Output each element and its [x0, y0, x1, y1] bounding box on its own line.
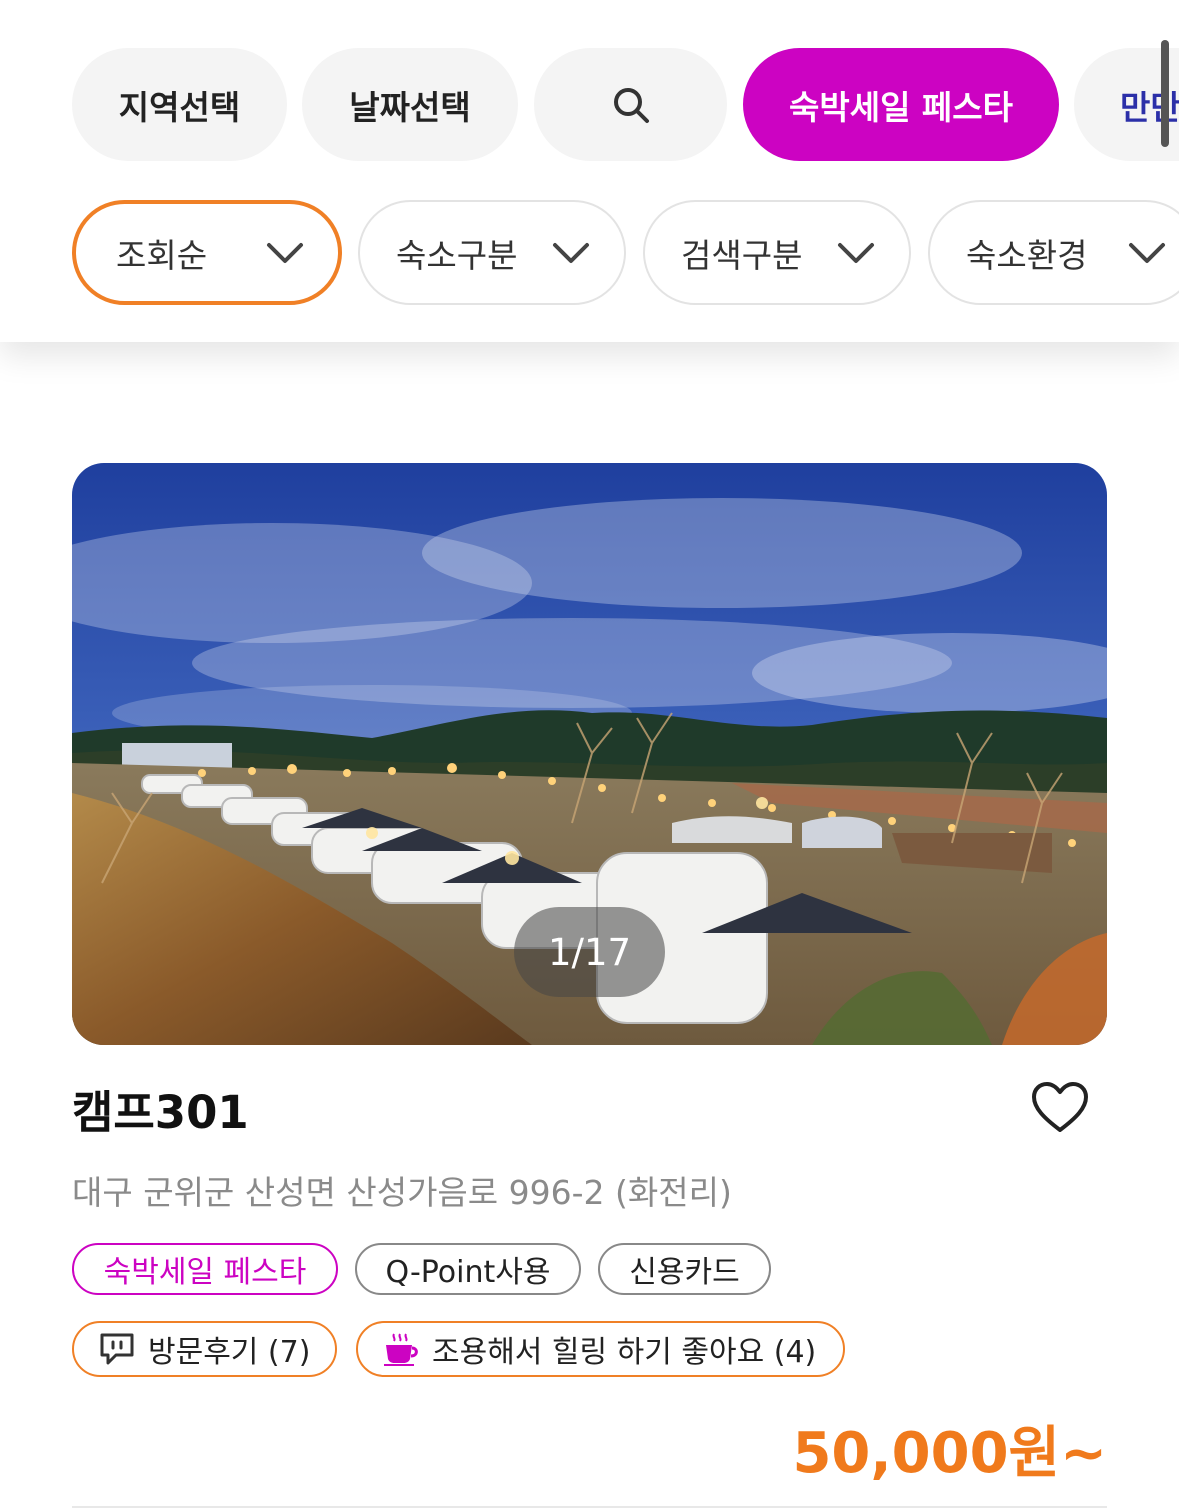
photo-counter: 1/17	[514, 907, 665, 997]
reviews-button[interactable]: 방문후기 (7)	[72, 1321, 337, 1377]
chevron-down-icon	[838, 242, 874, 263]
search-type-label: 검색구분	[681, 235, 803, 275]
list-divider	[72, 1506, 1107, 1508]
chevron-down-icon	[267, 242, 303, 263]
speech-bubble-icon	[100, 1333, 134, 1365]
keyword-review-button[interactable]: 조용해서 힐링 하기 좋아요 (4)	[356, 1321, 845, 1377]
search-button[interactable]	[534, 48, 727, 161]
qpoint-tag: Q-Point사용	[355, 1243, 581, 1295]
lodging-type-label: 숙소구분	[396, 235, 518, 275]
listing-address: 대구 군위군 산성면 산성가음로 996-2 (화전리)	[72, 1173, 732, 1212]
chevron-down-icon	[553, 242, 589, 263]
scroll-indicator[interactable]	[1161, 40, 1169, 147]
search-icon	[613, 87, 649, 123]
filter-header: 지역선택 날짜선택 숙박세일 페스타 만만 조회순 숙소구분 검색구분 숙소환경	[0, 0, 1179, 342]
listing-title[interactable]: 캠프301	[72, 1076, 249, 1141]
festa-button[interactable]: 숙박세일 페스타	[743, 48, 1059, 161]
environment-label: 숙소환경	[966, 235, 1088, 275]
heart-icon[interactable]	[1030, 1080, 1090, 1135]
environment-dropdown[interactable]: 숙소환경	[928, 200, 1179, 305]
reviews-label: 방문후기 (7)	[148, 1335, 311, 1370]
search-type-dropdown[interactable]: 검색구분	[643, 200, 911, 305]
listing-price: 50,000원~	[792, 1421, 1107, 1486]
coffee-cup-icon	[384, 1333, 418, 1366]
credit-card-tag: 신용카드	[598, 1243, 771, 1295]
date-select-button[interactable]: 날짜선택	[302, 48, 518, 161]
sort-dropdown[interactable]: 조회순	[72, 200, 342, 305]
sort-label: 조회순	[116, 235, 208, 275]
festa-tag: 숙박세일 페스타	[72, 1243, 338, 1295]
lodging-type-dropdown[interactable]: 숙소구분	[358, 200, 626, 305]
keyword-review-label: 조용해서 힐링 하기 좋아요 (4)	[432, 1335, 817, 1370]
region-select-button[interactable]: 지역선택	[72, 48, 287, 161]
chevron-down-icon	[1129, 242, 1165, 263]
